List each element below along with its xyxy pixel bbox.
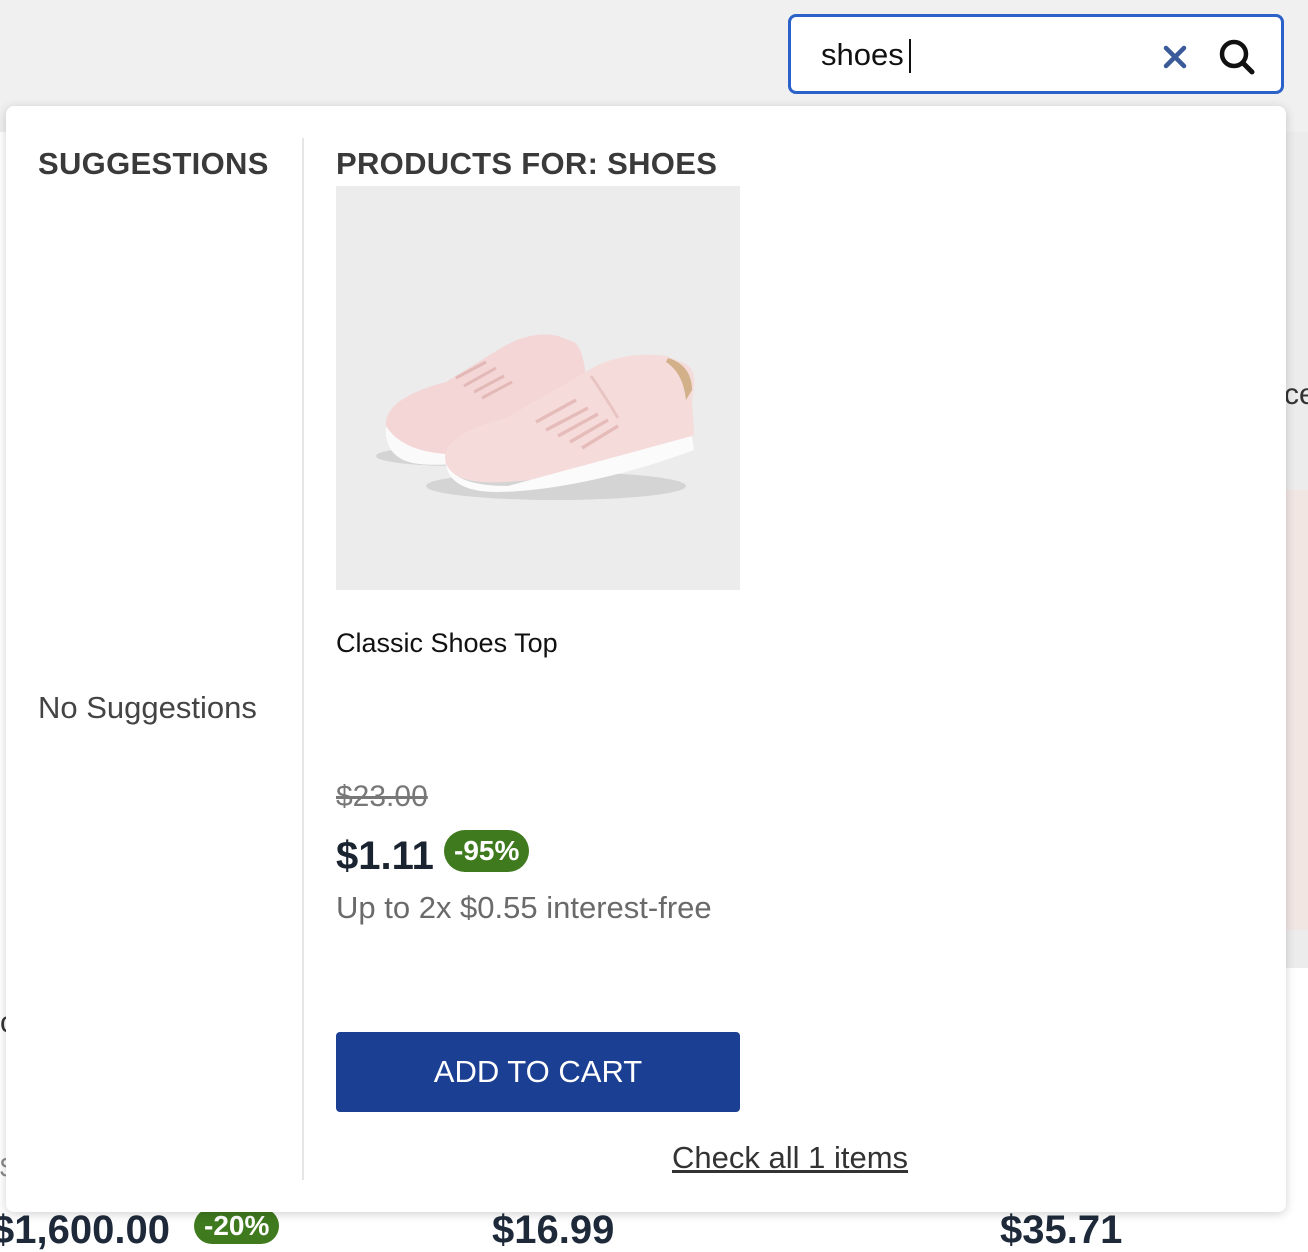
background-product-image: [1286, 490, 1308, 930]
text-caret: [909, 39, 911, 73]
original-price: $23.00: [336, 780, 428, 813]
installments-text: Up to 2x $0.55 interest-free: [336, 890, 712, 925]
background-product-price: $1,600.00: [0, 1208, 170, 1252]
no-suggestions-text: No Suggestions: [38, 690, 257, 725]
search-results-dropdown: SUGGESTIONS No Suggestions PRODUCTS FOR:…: [6, 106, 1286, 1212]
search-submit-button[interactable]: [1215, 35, 1259, 79]
sale-price: $1.11: [336, 834, 434, 878]
pink-sneakers-image: [376, 334, 695, 500]
add-to-cart-button[interactable]: ADD TO CART: [336, 1032, 740, 1112]
background-product-price: $35.71: [1000, 1208, 1123, 1252]
search-input[interactable]: [821, 35, 1151, 75]
background-discount-badge: -20%: [194, 1208, 280, 1244]
check-all-items-link[interactable]: Check all 1 items: [672, 1140, 908, 1176]
products-heading: PRODUCTS FOR: SHOES: [336, 146, 718, 181]
suggestions-heading: SUGGESTIONS: [38, 146, 269, 181]
background-product-price: $16.99: [492, 1208, 615, 1252]
product-image[interactable]: [336, 186, 740, 590]
column-divider: [302, 138, 304, 1180]
product-name[interactable]: Classic Shoes Top: [336, 628, 558, 659]
close-icon: [1163, 45, 1187, 69]
search-icon: [1219, 39, 1255, 75]
search-box: [788, 14, 1284, 94]
discount-badge: -95%: [444, 830, 530, 872]
background-text-fragment: ce: [1284, 378, 1308, 411]
clear-search-button[interactable]: [1155, 37, 1195, 77]
